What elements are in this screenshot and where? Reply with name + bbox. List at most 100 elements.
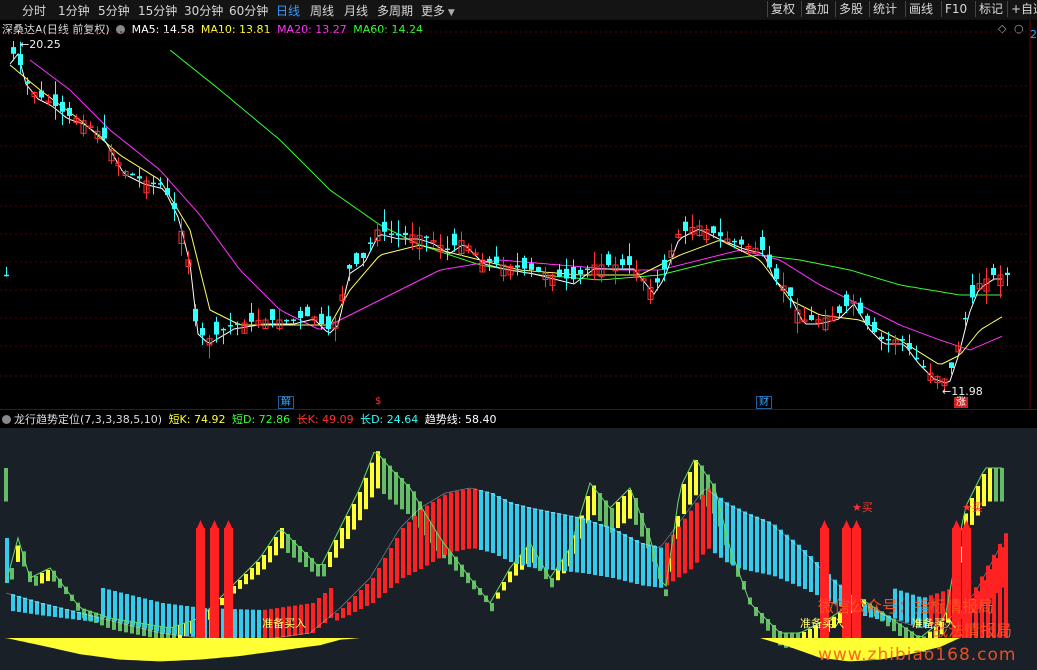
long-osc-bar [383,558,387,593]
long-osc-bar [623,534,627,581]
candle-body-down [319,313,324,324]
short-d-value: 短D: 72.86 [231,413,291,426]
tab-fenshi[interactable]: 分时 [22,2,46,19]
candle-body-down [305,306,310,317]
add-watchlist-button[interactable]: +自选 [1007,1,1037,17]
short-osc-bar [46,570,50,582]
candle-body-down [487,258,492,262]
long-osc-bar [131,595,135,626]
f10-button[interactable]: F10 [941,1,970,17]
long-osc-bar [467,488,471,549]
long-osc-bar [101,588,105,618]
short-osc-bar [688,472,692,505]
marker-dollar[interactable]: $ [373,396,383,407]
long-osc-bar [551,512,555,570]
long-osc-bar [113,591,117,621]
tab-daily[interactable]: 日线 [276,2,300,19]
short-osc-bar [358,492,362,521]
long-osc-bar [59,607,63,618]
tab-more[interactable]: 更多 ▼ [421,2,455,19]
tab-15min[interactable]: 15分钟 [138,2,177,19]
draw-line-button[interactable]: 画线 [905,1,936,17]
long-osc-bar [509,502,513,562]
long-osc-bar [611,528,615,578]
short-osc-bar [502,582,506,591]
tab-1min[interactable]: 1分钟 [58,2,90,19]
long-osc-bar [461,490,465,550]
short-osc-bar [52,570,56,582]
long-osc-bar [233,609,237,640]
long-osc-bar [635,540,639,584]
candle-body-down [774,268,779,279]
period-toolbar: 分时 1分钟 5分钟 15分钟 30分钟 60分钟 日线 周线 月线 多周期 更… [0,0,1037,20]
candle-body-down [347,265,352,269]
tab-60min[interactable]: 60分钟 [229,2,268,19]
candle-body-down [837,306,842,313]
multi-stock-button[interactable]: 多股 [835,1,866,17]
long-osc-bar [53,606,57,617]
long-osc-bar [407,522,411,575]
overlay-button[interactable]: 叠加 [801,1,832,17]
long-osc-bar [563,514,567,572]
candle-body-down [557,269,562,277]
long-osc-bar [473,488,477,549]
marker-jie[interactable]: 解 [278,396,294,409]
tab-30min[interactable]: 30分钟 [184,2,223,19]
short-osc-bar [1000,468,1004,502]
candle-body-down [18,54,23,65]
candle-body-down [522,257,527,269]
long-osc-bar [431,502,435,562]
long-osc-bar [359,590,363,609]
candle-body-down [228,325,233,327]
tab-multi-period[interactable]: 多周期 [377,2,413,19]
watermark: 微信公众号：指标情报局 战法情报局 www.zhibiao168.com [818,595,1016,667]
candle-body-down [291,319,296,321]
candle-body-down [60,101,65,112]
panel-divider[interactable] [0,409,1037,410]
long-osc-bar [545,510,549,570]
star-buy-label-2: ★买 [962,501,983,514]
tab-weekly[interactable]: 周线 [310,2,334,19]
tab-more-label: 更多 [421,4,446,18]
watermark-line2: 战法情报局 [932,621,1013,640]
long-osc-bar [581,518,585,573]
long-osc-bar [743,511,747,570]
marker-zhang[interactable]: 涨 [954,397,968,408]
tab-5min[interactable]: 5分钟 [98,2,130,19]
long-osc-bar [701,494,705,555]
stats-button[interactable]: 统计 [869,1,900,17]
long-osc-bar [791,539,795,584]
short-osc-bar [352,504,356,530]
candle-body-down [102,127,107,139]
fuquan-button[interactable]: 复权 [767,1,798,17]
short-osc-bar [250,568,254,580]
long-osc-bar [11,594,15,612]
candle-body-down [368,242,373,244]
long-osc-bar [377,568,381,598]
prepare-buy-label-1: 准备买入 [262,617,306,630]
long-osc-bar [41,603,45,616]
short-osc-bar [328,552,332,568]
mark-button[interactable]: 标记 [975,1,1006,17]
signal-bar [210,528,219,638]
short-osc-bar [274,537,278,556]
long-osc-bar [335,613,339,621]
long-osc-bar [803,550,807,589]
tab-monthly[interactable]: 月线 [344,2,368,19]
candlestick-chart[interactable] [0,20,1037,410]
candle-body-down [963,317,968,320]
long-osc-bar [641,543,645,586]
short-osc-bar [388,465,392,500]
long-osc-bar [593,522,597,575]
long-osc-bar [329,588,333,618]
long-osc-bar [683,518,687,574]
candle-body-down [403,232,408,235]
short-osc-bar [238,580,242,589]
marker-cai[interactable]: 财 [756,396,772,409]
candle-body-down [865,315,870,325]
trend-line-value: 趋势线: 58.40 [424,413,497,426]
collapse-chevron-icon[interactable] [2,415,11,424]
short-osc-bar [400,478,404,510]
ma10-line [9,64,1003,365]
candle-body-down [445,248,450,251]
